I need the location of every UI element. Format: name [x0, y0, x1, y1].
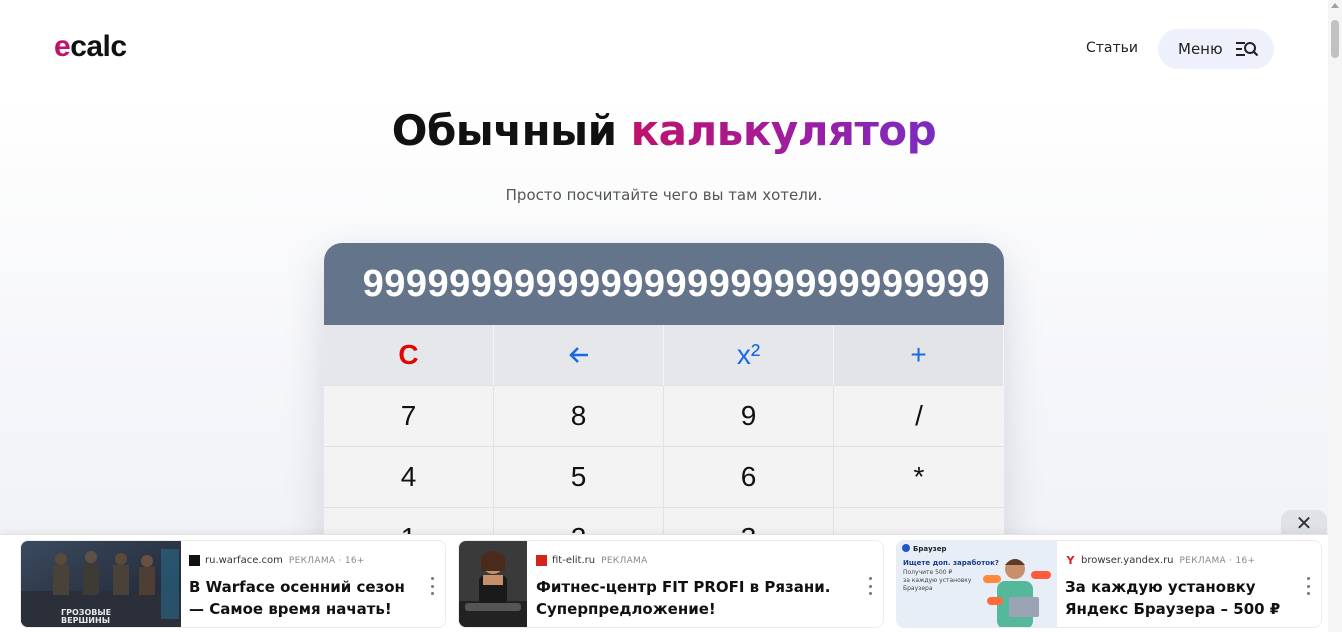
plus-button[interactable]: + — [834, 325, 1004, 386]
ad-image-fitness — [459, 541, 527, 627]
ad-tag: РЕКЛАМА — [601, 555, 648, 566]
scrollbar-thumb[interactable] — [1331, 20, 1339, 58]
ad-tag: РЕКЛАМА · 16+ — [288, 555, 365, 566]
close-icon: ✕ — [1295, 511, 1313, 535]
divide-button[interactable]: / — [834, 386, 1004, 447]
key-7[interactable]: 7 — [324, 386, 494, 447]
ads-close-button[interactable]: ✕ — [1281, 510, 1327, 536]
logo[interactable]: ecalc — [54, 30, 127, 64]
ad-title[interactable]: В Warface осенний сезон — Самое время на… — [189, 576, 405, 620]
key-8[interactable]: 8 — [494, 386, 664, 447]
ad-tag: РЕКЛАМА · 16+ — [1179, 555, 1256, 566]
key-4[interactable]: 4 — [324, 447, 494, 508]
page-subtitle: Просто посчитайте чего вы там хотели. — [505, 186, 823, 204]
title-main: Обычный — [391, 106, 617, 155]
key-5[interactable]: 5 — [494, 447, 664, 508]
menu-label: Меню — [1178, 40, 1223, 58]
yandex-favicon: Y — [1066, 554, 1075, 567]
page-title: Обычный калькулятор — [0, 106, 1328, 155]
key-6[interactable]: 6 — [664, 447, 834, 508]
logo-text: calc — [70, 30, 127, 63]
ad-image-warface: ГРОЗОВЫЕ ВЕРШИНЫ — [21, 541, 181, 627]
more-options-icon[interactable] — [1303, 577, 1313, 595]
fitness-favicon — [536, 555, 547, 566]
ad-source: Y browser.yandex.ru РЕКЛАМА · 16+ — [1065, 554, 1256, 567]
calculator-display: 99999999999999999999999999999 — [324, 243, 1004, 325]
calculator: 99999999999999999999999999999 C x² + 7 8… — [324, 243, 1004, 563]
ad-card-yandex[interactable]: Браузер Ищете доп. заработок? Получите 5… — [896, 540, 1322, 628]
page-scrollbar[interactable] — [1328, 0, 1342, 632]
ad-source-domain: fit-elit.ru — [552, 555, 596, 566]
more-options-icon[interactable] — [427, 577, 437, 595]
backspace-button[interactable] — [494, 325, 664, 386]
ad-source-domain: browser.yandex.ru — [1081, 555, 1174, 566]
ad-image-text: ГРОЗОВЫЕ ВЕРШИНЫ — [61, 608, 112, 625]
ad-source-domain: ru.warface.com — [205, 555, 283, 566]
ad-banner: ГРОЗОВЫЕ ВЕРШИНЫ ru.warface.com РЕКЛАМА … — [0, 534, 1328, 632]
key-9[interactable]: 9 — [664, 386, 834, 447]
nav-articles-link[interactable]: Статьи — [1086, 40, 1138, 56]
ad-title[interactable]: За каждую установку Яндекс Браузера – 50… — [1065, 576, 1280, 620]
multiply-button[interactable]: * — [834, 447, 1004, 508]
calc-row: 7 8 9 / — [324, 386, 1004, 447]
menu-button[interactable]: Меню — [1158, 29, 1274, 69]
ad-source: ru.warface.com РЕКЛАМА · 16+ — [189, 555, 365, 566]
ad-source: fit-elit.ru РЕКЛАМА — [536, 555, 648, 566]
ad-card-fitness[interactable]: fit-elit.ru РЕКЛАМА Фитнес-центр FIT PRO… — [458, 540, 884, 628]
ad-image-yandex: Браузер Ищете доп. заработок? Получите 5… — [897, 541, 1057, 627]
warface-favicon — [189, 555, 200, 566]
square-button[interactable]: x² — [664, 325, 834, 386]
ad-title[interactable]: Фитнес-центр FIT PROFI в Рязани. Суперпр… — [536, 576, 830, 620]
clear-button[interactable]: C — [324, 325, 494, 386]
scroll-up-icon[interactable] — [1331, 3, 1339, 8]
menu-search-icon — [1235, 40, 1259, 58]
logo-e: e — [54, 30, 71, 63]
ad-card-warface[interactable]: ГРОЗОВЫЕ ВЕРШИНЫ ru.warface.com РЕКЛАМА … — [20, 540, 446, 628]
calc-row-functions: C x² + — [324, 325, 1004, 386]
more-options-icon[interactable] — [865, 577, 875, 595]
arrow-left-icon — [568, 347, 588, 363]
title-accent: калькулятор — [630, 106, 937, 155]
calc-row: 4 5 6 * — [324, 447, 1004, 508]
